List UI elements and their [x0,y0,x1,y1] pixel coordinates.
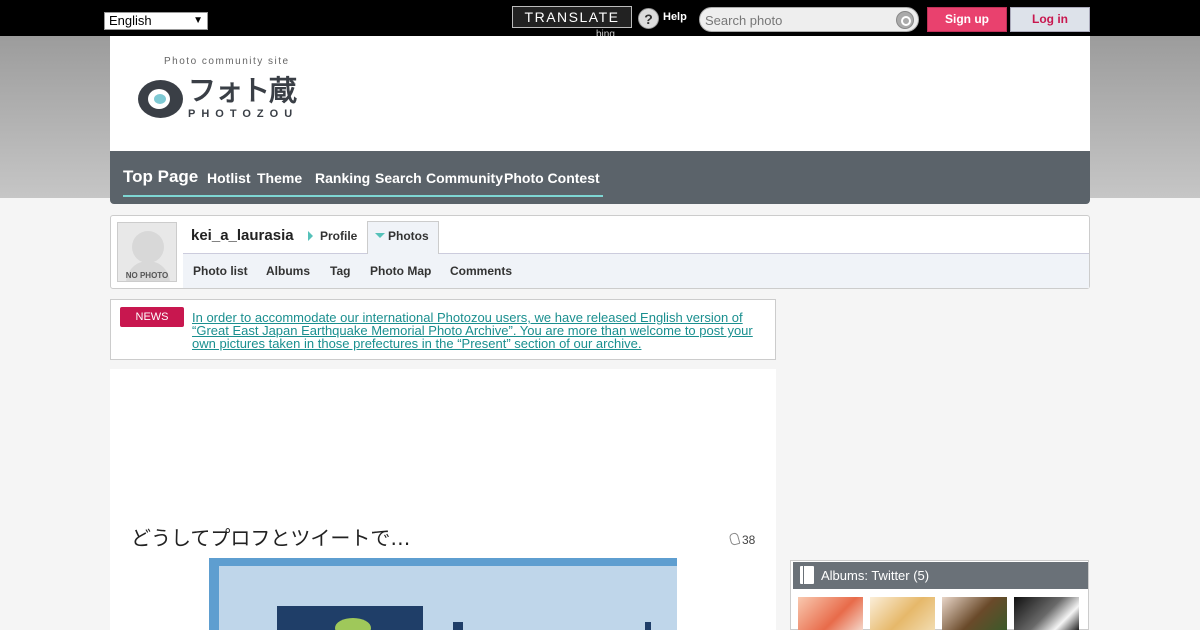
nav-item-top-page[interactable]: Top Page [123,168,198,185]
photo-top-edge [209,558,677,566]
user-subnav [183,253,1089,288]
nav-item-search[interactable]: Search [375,170,422,186]
favorite-count: 38 [742,533,756,547]
tab-profile[interactable]: Profile [306,229,357,243]
logo-icon[interactable] [138,80,183,118]
logo-text[interactable]: フォト蔵 [188,76,297,106]
albums-title[interactable]: Albums: Twitter (5) [821,568,929,583]
language-select[interactable]: English ▼ [104,12,208,30]
photo-title: どうしてプロフとツイートで… [131,526,411,550]
main-nav: Top Page Hotlist Theme Ranking Search Co… [110,151,1090,204]
photo-dark-mark [453,622,463,630]
help-link[interactable]: Help [663,11,687,23]
subnav-tag[interactable]: Tag [330,264,350,278]
subnav-photo-list[interactable]: Photo list [193,264,248,278]
photo-dark-mark [645,622,651,630]
album-thumbnail[interactable] [798,597,863,630]
language-select-value: English [109,13,152,28]
site-tagline: Photo community site [164,56,290,67]
search-input[interactable] [705,11,895,29]
username[interactable]: kei_a_laurasia [191,227,294,244]
avatar-no-photo-label: NO PHOTO [125,271,169,280]
album-thumbnail[interactable] [870,597,935,630]
avatar[interactable]: NO PHOTO [117,222,177,282]
photo-left-edge [209,558,219,630]
nav-item-community[interactable]: Community [426,170,503,186]
avatar-head [132,231,164,263]
logo-subtext: PHOTOZOU [188,108,299,120]
nav-item-photo-contest[interactable]: Photo Contest [504,170,600,186]
login-button[interactable]: Log in [1010,7,1090,32]
translate-button[interactable]: TRANSLATE [512,6,632,28]
news-badge: NEWS [120,307,184,327]
nav-item-theme[interactable]: Theme [257,170,302,186]
main-photo[interactable] [209,558,677,630]
news-link[interactable]: In order to accommodate our internationa… [192,311,768,350]
help-icon[interactable]: ? [638,8,659,29]
nav-item-hotlist[interactable]: Hotlist [207,170,251,186]
subnav-albums[interactable]: Albums [266,264,310,278]
nav-item-ranking[interactable]: Ranking [315,170,370,186]
subnav-comments[interactable]: Comments [450,264,512,278]
album-book-icon [800,566,814,584]
search-icon[interactable] [896,11,914,29]
subnav-photo-map[interactable]: Photo Map [370,264,431,278]
tab-photos[interactable]: Photos [367,221,439,254]
search-box [699,7,919,32]
album-thumbnail[interactable] [942,597,1007,630]
chevron-down-icon: ▼ [193,15,203,26]
signup-button[interactable]: Sign up [927,7,1007,32]
album-thumbnail[interactable] [1014,597,1079,630]
nav-active-underline [123,195,603,197]
